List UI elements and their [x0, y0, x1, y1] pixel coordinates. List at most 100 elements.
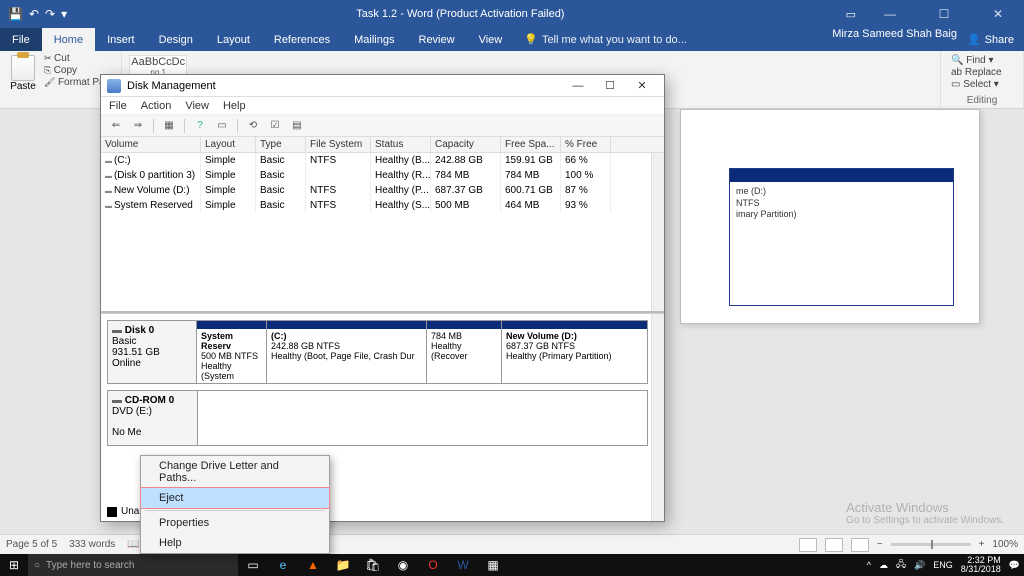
back-icon[interactable]: ⇐	[107, 118, 125, 134]
help-icon[interactable]: ?	[191, 118, 209, 134]
action-center-icon[interactable]: 💬	[1009, 560, 1020, 571]
redo-icon[interactable]: ↷	[45, 7, 55, 21]
taskbar-search[interactable]: ○ Type here to search	[28, 554, 238, 576]
page-indicator[interactable]: Page 5 of 5	[6, 539, 57, 550]
close-button[interactable]: ✕	[978, 7, 1018, 21]
chrome-icon[interactable]: ◉	[388, 558, 418, 572]
start-button[interactable]: ⊞	[0, 558, 28, 572]
volume-row[interactable]: System ReservedSimpleBasicNTFSHealthy (S…	[101, 198, 664, 213]
dm-close-button[interactable]: ✕	[626, 79, 658, 92]
paste-icon	[11, 55, 35, 81]
col-header[interactable]: File System	[306, 137, 371, 152]
col-header[interactable]: Free Spa...	[501, 137, 561, 152]
window-title: Task 1.2 - Word (Product Activation Fail…	[75, 8, 845, 20]
maximize-button[interactable]: ☐	[924, 7, 964, 21]
tray-up-icon[interactable]: ^	[867, 560, 871, 570]
explorer-icon[interactable]: 📁	[328, 558, 358, 572]
zoom-level[interactable]: 100%	[992, 539, 1018, 550]
volume-row[interactable]: New Volume (D:)SimpleBasicNTFSHealthy (P…	[101, 183, 664, 198]
onedrive-icon[interactable]: ☁	[879, 560, 888, 571]
dm-maximize-button[interactable]: ☐	[594, 79, 626, 92]
ribbon-tabs: File Home Insert Design Layout Reference…	[0, 28, 1024, 51]
clock[interactable]: 2:32 PM8/31/2018	[961, 556, 1001, 574]
partition[interactable]: 784 MBHealthy (Recover	[427, 321, 502, 383]
spell-icon[interactable]: 📖	[127, 539, 139, 550]
tab-mailings[interactable]: Mailings	[342, 28, 406, 51]
volume-icon[interactable]: 🔊	[914, 560, 925, 571]
dm-minimize-button[interactable]: ―	[562, 80, 594, 92]
select-button[interactable]: ▭ Select ▾	[951, 79, 1013, 90]
dm-title: Disk Management	[127, 80, 562, 92]
print-layout-button[interactable]	[825, 538, 843, 552]
cut-button[interactable]: Cut	[44, 53, 115, 64]
qat-more-icon[interactable]: ▾	[61, 7, 67, 21]
tab-design[interactable]: Design	[147, 28, 205, 51]
tell-me-search[interactable]: 💡Tell me what you want to do...	[514, 28, 697, 51]
user-name[interactable]: Mirza Sameed Shah Baig	[832, 28, 957, 51]
ctx-item-change-drive-letter-and-paths-[interactable]: Change Drive Letter and Paths...	[141, 456, 329, 488]
tab-view[interactable]: View	[467, 28, 515, 51]
paste-button[interactable]: Paste	[6, 53, 40, 106]
ctx-item-eject[interactable]: Eject	[140, 487, 330, 509]
undo-icon[interactable]: ↶	[29, 7, 39, 21]
context-menu: Change Drive Letter and Paths...Eject Pro…	[140, 455, 330, 554]
save-icon[interactable]: 💾	[8, 7, 23, 21]
tab-references[interactable]: References	[262, 28, 342, 51]
volume-row[interactable]: (Disk 0 partition 3)SimpleBasicHealthy (…	[101, 168, 664, 183]
disk-mgmt-icon[interactable]: ▦	[478, 558, 508, 572]
bulb-icon: 💡	[524, 33, 538, 46]
tab-layout[interactable]: Layout	[205, 28, 262, 51]
settings-icon[interactable]: ▭	[213, 118, 231, 134]
action-icon[interactable]: ⟲	[244, 118, 262, 134]
tab-file[interactable]: File	[0, 28, 42, 51]
col-header[interactable]: Volume	[101, 137, 201, 152]
menu-action[interactable]: Action	[141, 100, 172, 112]
partition[interactable]: New Volume (D:)687.37 GB NTFSHealthy (Pr…	[502, 321, 647, 383]
minimize-button[interactable]: ―	[870, 7, 910, 21]
task-view-icon[interactable]: ▭	[238, 558, 268, 572]
forward-icon[interactable]: ⇒	[129, 118, 147, 134]
activate-windows-watermark: Activate Windows Go to Settings to activ…	[846, 500, 1004, 526]
zoom-out-button[interactable]: −	[877, 539, 883, 550]
opera-icon[interactable]: O	[418, 558, 448, 572]
web-layout-button[interactable]	[851, 538, 869, 552]
ribbon-opts-icon[interactable]: ▭	[846, 8, 856, 21]
partition[interactable]: System Reserv500 MB NTFSHealthy (System	[197, 321, 267, 383]
ctx-item-properties[interactable]: Properties	[141, 513, 329, 533]
col-header[interactable]: Type	[256, 137, 306, 152]
network-icon[interactable]: 🖧	[896, 557, 906, 573]
menu-view[interactable]: View	[185, 100, 209, 112]
replace-button[interactable]: ab Replace	[951, 67, 1013, 78]
word-icon[interactable]: W	[448, 558, 478, 572]
legend-unallocated: Una	[107, 506, 139, 517]
menu-file[interactable]: File	[109, 100, 127, 112]
col-header[interactable]: Status	[371, 137, 431, 152]
col-header[interactable]: Layout	[201, 137, 256, 152]
tab-home[interactable]: Home	[42, 28, 95, 51]
find-button[interactable]: 🔍 Find ▾	[951, 55, 1013, 66]
col-header[interactable]: % Free	[561, 137, 611, 152]
tab-review[interactable]: Review	[407, 28, 467, 51]
list-icon[interactable]: ☑	[266, 118, 284, 134]
volume-row[interactable]: (C:)SimpleBasicNTFSHealthy (B...242.88 G…	[101, 153, 664, 168]
vlc-icon[interactable]: ▲	[298, 558, 328, 572]
partition[interactable]: (C:)242.88 GB NTFSHealthy (Boot, Page Fi…	[267, 321, 427, 383]
share-button[interactable]: 👤Share	[957, 28, 1024, 51]
read-mode-button[interactable]	[799, 538, 817, 552]
cortana-icon: ○	[34, 560, 40, 571]
menu-help[interactable]: Help	[223, 100, 246, 112]
ctx-item-help[interactable]: Help	[141, 533, 329, 553]
word-count[interactable]: 333 words	[69, 539, 115, 550]
zoom-in-button[interactable]: +	[979, 539, 985, 550]
embedded-image: me (D:) NTFS imary Partition)	[729, 168, 954, 306]
grid-icon[interactable]: ▤	[288, 118, 306, 134]
refresh-icon[interactable]: ▦	[160, 118, 178, 134]
disk-0[interactable]: Disk 0 Basic 931.51 GB Online System Res…	[107, 320, 648, 384]
col-header[interactable]: Capacity	[431, 137, 501, 152]
zoom-slider[interactable]	[891, 543, 971, 546]
cdrom-0[interactable]: CD-ROM 0 DVD (E:) No Me	[107, 390, 648, 446]
edge-icon[interactable]: e	[268, 558, 298, 572]
store-icon[interactable]: 🛍	[358, 558, 388, 572]
tab-insert[interactable]: Insert	[95, 28, 147, 51]
lang-indicator[interactable]: ENG	[933, 560, 953, 570]
